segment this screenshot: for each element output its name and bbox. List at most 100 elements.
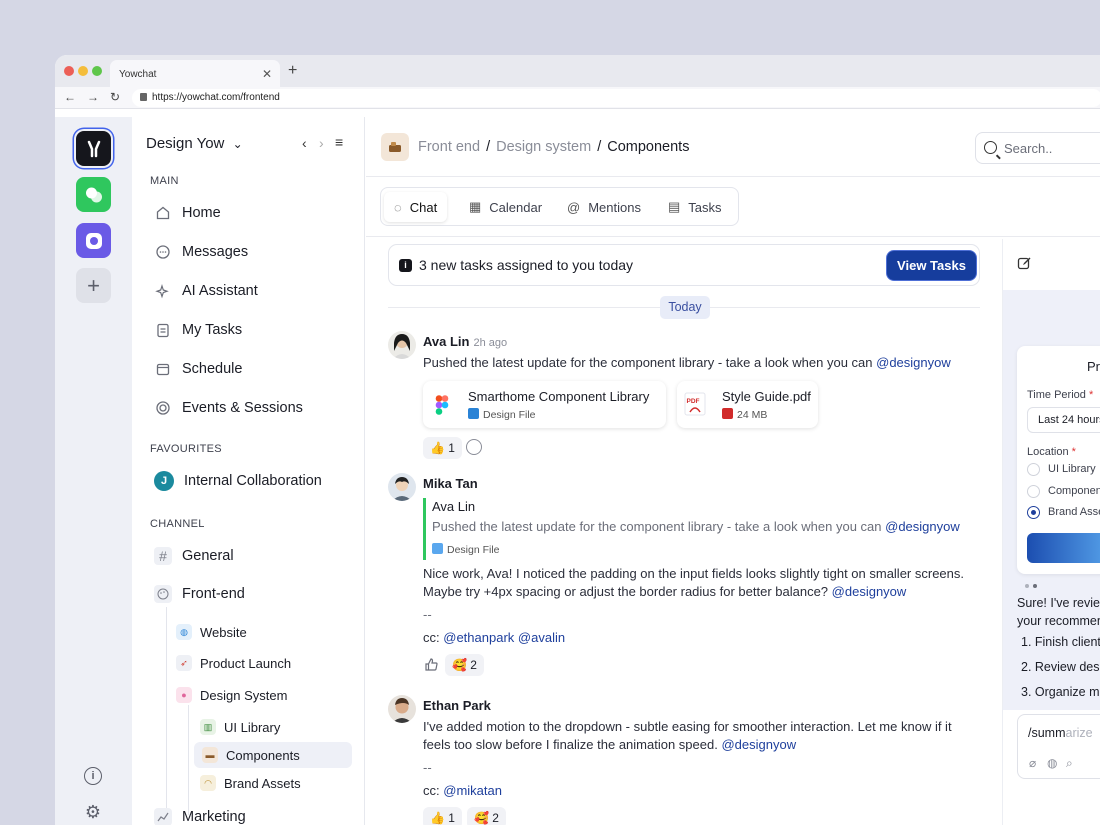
quote-attachment[interactable]: Design File bbox=[432, 541, 500, 559]
sidebar-item-internal-collaboration[interactable]: J Internal Collaboration bbox=[154, 469, 322, 493]
message-author[interactable]: Ethan Park bbox=[423, 698, 491, 713]
yow-logo-icon bbox=[87, 140, 100, 157]
message-text-line: Maybe try +4px spacing or adjust the bor… bbox=[423, 584, 907, 599]
sidebar-item-brand-assets[interactable]: ◠ Brand Assets bbox=[200, 770, 301, 796]
info-icon: i bbox=[399, 259, 412, 272]
breadcrumb-front-end[interactable]: Front end bbox=[418, 139, 480, 155]
mention-link[interactable]: @avalin bbox=[518, 630, 565, 645]
workspace-green-button[interactable] bbox=[76, 177, 111, 212]
mention-link[interactable]: @ethanpark bbox=[443, 630, 514, 645]
sidebar-item-label: Messages bbox=[182, 244, 249, 260]
maximize-window-button[interactable] bbox=[92, 66, 102, 76]
message-cc: cc: @ethanpark @avalin bbox=[423, 630, 566, 645]
url-text: https://yowchat.com/frontend bbox=[152, 92, 280, 103]
radio-label: UI Library bbox=[1048, 463, 1096, 475]
minimize-window-button[interactable] bbox=[78, 66, 88, 76]
reaction-love[interactable]: 🥰 2 bbox=[445, 654, 484, 676]
radio-components[interactable] bbox=[1027, 485, 1040, 498]
close-tab-icon[interactable]: ✕ bbox=[262, 67, 272, 81]
tab-calendar[interactable]: ▦ Calendar bbox=[459, 192, 552, 222]
sidebar-item-ai-assistant[interactable]: AI Assistant bbox=[154, 279, 258, 303]
attachment-pdf[interactable]: PDF Style Guide.pdf 24 MB bbox=[677, 381, 818, 428]
typing-dot bbox=[1033, 584, 1037, 588]
filter-icon[interactable]: ≡ bbox=[335, 134, 343, 150]
tab-chat[interactable]: ◌ Chat bbox=[384, 192, 448, 222]
sidebar-item-messages[interactable]: Messages bbox=[154, 240, 248, 264]
info-icon[interactable]: i bbox=[84, 767, 102, 785]
calendar-icon bbox=[154, 360, 172, 378]
search-icon bbox=[984, 141, 997, 154]
radio-brand-assets[interactable] bbox=[1027, 506, 1040, 519]
search-placeholder: Search.. bbox=[1004, 141, 1053, 156]
workspace-yow-button[interactable] bbox=[76, 131, 111, 166]
sidebar-item-label: Website bbox=[200, 624, 247, 640]
message-text-line: feels too slow before I finalize the ani… bbox=[423, 737, 797, 752]
attachment-figma-file[interactable]: Smarthome Component Library Design File bbox=[423, 381, 666, 428]
url-field[interactable]: https://yowchat.com/frontend bbox=[132, 89, 1100, 107]
sidebar-item-ui-library[interactable]: ▥ UI Library bbox=[200, 714, 280, 740]
back-icon[interactable]: ← bbox=[64, 90, 76, 104]
browser-tab[interactable]: Yowchat ✕ bbox=[110, 60, 280, 87]
workspace-switcher[interactable]: Design Yow ⌄ bbox=[146, 135, 243, 152]
tab-mentions[interactable]: @ Mentions bbox=[557, 192, 651, 222]
chevron-right-icon[interactable]: › bbox=[319, 135, 324, 151]
avatar bbox=[388, 331, 416, 359]
ai-compose-input[interactable]: /summarize ⌀ ◍ ⌕ bbox=[1017, 714, 1100, 779]
message-author[interactable]: Mika Tan bbox=[423, 476, 478, 491]
browser-tab-title: Yowchat bbox=[119, 69, 157, 80]
tab-tasks[interactable]: ▤ Tasks bbox=[658, 192, 732, 222]
attach-icon[interactable]: ⌀ bbox=[1029, 756, 1036, 770]
sidebar-item-label: My Tasks bbox=[182, 322, 243, 338]
forward-icon[interactable]: → bbox=[87, 90, 99, 104]
close-window-button[interactable] bbox=[64, 66, 74, 76]
channel-tabs: ◌ Chat ▦ Calendar @ Mentions ▤ Tasks bbox=[380, 187, 739, 226]
generate-button[interactable] bbox=[1027, 533, 1100, 563]
search-input[interactable]: Search.. bbox=[975, 132, 1100, 164]
tree-line bbox=[188, 705, 189, 815]
sidebar-item-design-system[interactable]: ● Design System bbox=[176, 682, 287, 708]
reaction-thumbs-up[interactable]: 👍 1 bbox=[423, 807, 462, 825]
sidebar-item-components[interactable]: ▬ Components bbox=[194, 742, 352, 768]
sidebar-item-schedule[interactable]: Schedule bbox=[154, 357, 242, 381]
workspace-purple-button[interactable] bbox=[76, 223, 111, 258]
mention-link[interactable]: @mikatan bbox=[443, 783, 502, 798]
radio-ui-library[interactable] bbox=[1027, 463, 1040, 476]
sidebar-item-my-tasks[interactable]: My Tasks bbox=[154, 318, 242, 342]
globe-icon[interactable]: ◍ bbox=[1047, 756, 1057, 770]
new-tab-button[interactable]: + bbox=[288, 62, 297, 80]
reaction-thumbs-up[interactable]: 👍 1 bbox=[423, 437, 462, 459]
ai-reply-line: Sure! I've reviewed bbox=[1017, 596, 1100, 610]
sidebar-item-general[interactable]: # General bbox=[154, 544, 234, 568]
sidebar-item-website[interactable]: ◍ Website bbox=[176, 619, 247, 645]
chevron-left-icon[interactable]: ‹ bbox=[302, 135, 307, 151]
add-workspace-button[interactable]: + bbox=[76, 268, 111, 303]
time-period-select[interactable]: Last 24 hours bbox=[1027, 407, 1100, 433]
reaction-love[interactable]: 🥰 2 bbox=[467, 807, 506, 825]
workspace-name: Design Yow bbox=[146, 135, 225, 152]
sidebar-item-product-launch[interactable]: ➶ Product Launch bbox=[176, 650, 291, 676]
sidebar-item-label: Components bbox=[226, 747, 300, 763]
view-tasks-button[interactable]: View Tasks bbox=[887, 251, 976, 280]
sidebar-item-marketing[interactable]: Marketing bbox=[154, 805, 246, 825]
add-reaction-icon[interactable] bbox=[466, 439, 482, 455]
mention-link[interactable]: @designyow bbox=[832, 584, 907, 599]
reload-icon[interactable]: ↻ bbox=[110, 90, 120, 104]
sidebar-item-home[interactable]: Home bbox=[154, 201, 221, 225]
sidebar-item-front-end[interactable]: Front-end bbox=[154, 582, 245, 606]
rocket-icon: ➶ bbox=[176, 655, 192, 671]
date-divider: Today bbox=[660, 296, 710, 319]
breadcrumb-design-system[interactable]: Design system bbox=[496, 139, 591, 155]
edit-icon[interactable] bbox=[1017, 256, 1032, 276]
mention-link[interactable]: @designyow bbox=[885, 519, 960, 534]
message-dashes: -- bbox=[423, 607, 432, 622]
sidebar-item-events[interactable]: Events & Sessions bbox=[154, 396, 303, 420]
sidebar-item-label: AI Assistant bbox=[182, 283, 258, 299]
svg-text:PDF: PDF bbox=[687, 398, 700, 405]
mention-link[interactable]: @designyow bbox=[876, 355, 951, 370]
avatar: J bbox=[154, 471, 174, 491]
settings-icon[interactable]: ⚙ bbox=[84, 802, 102, 822]
mention-link[interactable]: @designyow bbox=[721, 737, 796, 752]
message-author[interactable]: Ava Lin 2h ago bbox=[423, 334, 507, 349]
search-icon[interactable]: ⌕ bbox=[1066, 756, 1073, 771]
like-icon[interactable] bbox=[424, 657, 439, 677]
